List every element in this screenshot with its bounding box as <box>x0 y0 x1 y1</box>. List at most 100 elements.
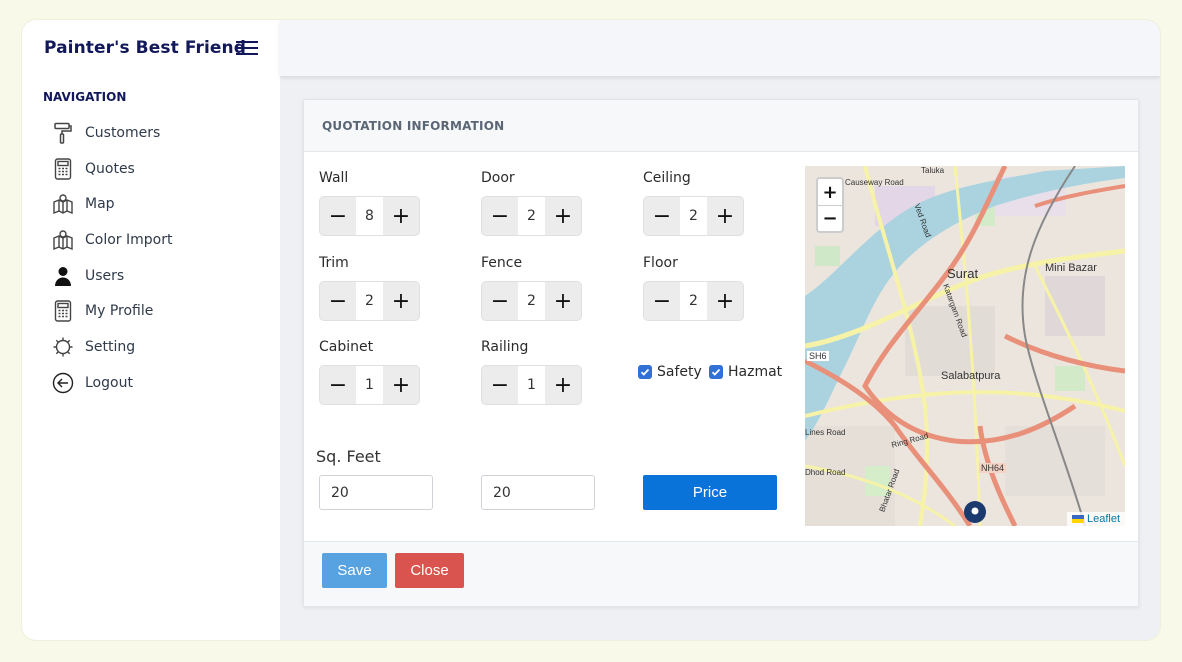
zoom-in-button[interactable]: + <box>818 179 842 205</box>
checkmark-icon[interactable] <box>638 365 652 379</box>
decrement-button[interactable]: − <box>320 366 356 404</box>
brand-header: Painter's Best Friend <box>22 20 280 76</box>
increment-button[interactable]: + <box>383 366 419 404</box>
railing-value[interactable]: 1 <box>518 366 545 404</box>
increment-button[interactable]: + <box>707 197 743 235</box>
nav-heading: NAVIGATION <box>43 90 127 104</box>
calculator-icon <box>52 300 74 322</box>
sqft-label: Sq. Feet <box>316 447 381 466</box>
sidebar-item-label: Customers <box>85 125 161 141</box>
fence-value[interactable]: 2 <box>518 282 545 320</box>
sidebar-item-setting[interactable]: Setting <box>52 333 252 361</box>
logout-icon <box>52 372 74 394</box>
sqft-input-2[interactable] <box>481 475 595 510</box>
increment-button[interactable]: + <box>707 282 743 320</box>
wall-label: Wall <box>319 170 349 186</box>
leaflet-link[interactable]: Leaflet <box>1087 513 1120 525</box>
railing-label: Railing <box>481 339 529 355</box>
trim-value[interactable]: 2 <box>356 282 383 320</box>
map-label-lines-road: Lines Road <box>805 428 846 437</box>
sqft-input-1[interactable] <box>319 475 433 510</box>
floor-stepper: − 2 + <box>643 281 744 321</box>
user-icon <box>52 265 74 287</box>
ceiling-label: Ceiling <box>643 170 691 186</box>
app-window: Painter's Best Friend NAVIGATION Custome… <box>22 20 1160 640</box>
close-button[interactable]: Close <box>395 553 464 588</box>
sidebar-item-label: Logout <box>85 375 133 391</box>
sidebar-item-logout[interactable]: Logout <box>52 369 252 397</box>
map-label-mini-bazar: Mini Bazar <box>1045 262 1097 274</box>
card-footer: Save Close <box>304 541 1138 606</box>
sidebar-item-my-profile[interactable]: My Profile <box>52 297 252 325</box>
trim-stepper: − 2 + <box>319 281 420 321</box>
floor-value[interactable]: 2 <box>680 282 707 320</box>
door-stepper: − 2 + <box>481 196 582 236</box>
fence-label: Fence <box>481 255 523 271</box>
decrement-button[interactable]: − <box>482 366 518 404</box>
safety-checkbox[interactable]: Safety <box>638 364 702 380</box>
door-value[interactable]: 2 <box>518 197 545 235</box>
map-attribution[interactable]: Leaflet <box>1066 512 1125 526</box>
trim-label: Trim <box>319 255 349 271</box>
paint-roller-icon <box>52 122 74 144</box>
app-title: Painter's Best Friend <box>44 38 246 58</box>
sidebar-item-label: Color Import <box>85 232 173 248</box>
increment-button[interactable]: + <box>545 366 581 404</box>
map-label-nh64: NH64 <box>979 463 1007 473</box>
sidebar-item-label: Map <box>85 196 115 212</box>
calculator-icon <box>52 158 74 180</box>
sidebar-item-label: Quotes <box>85 161 135 177</box>
map-icon <box>52 229 74 251</box>
cabinet-label: Cabinet <box>319 339 374 355</box>
wall-stepper: − 8 + <box>319 196 420 236</box>
checkmark-icon[interactable] <box>709 365 723 379</box>
decrement-button[interactable]: − <box>482 197 518 235</box>
decrement-button[interactable]: − <box>320 197 356 235</box>
railing-stepper: − 1 + <box>481 365 582 405</box>
map-label-sh6: SH6 <box>807 351 829 361</box>
card-title: QUOTATION INFORMATION <box>322 118 505 133</box>
sidebar-item-users[interactable]: Users <box>52 262 252 290</box>
increment-button[interactable]: + <box>545 197 581 235</box>
zoom-control: + − <box>816 177 844 233</box>
ceiling-stepper: − 2 + <box>643 196 744 236</box>
sidebar-item-color-import[interactable]: Color Import <box>52 226 252 254</box>
cabinet-value[interactable]: 1 <box>356 366 383 404</box>
floor-label: Floor <box>643 255 678 271</box>
increment-button[interactable]: + <box>383 282 419 320</box>
zoom-out-button[interactable]: − <box>818 205 842 231</box>
increment-button[interactable]: + <box>545 282 581 320</box>
decrement-button[interactable]: − <box>644 197 680 235</box>
hazmat-checkbox[interactable]: Hazmat <box>709 364 782 380</box>
sidebar-item-customers[interactable]: Customers <box>52 119 252 147</box>
map-icon <box>52 193 74 215</box>
map-tiles <box>805 166 1125 526</box>
gear-icon <box>52 336 74 358</box>
decrement-button[interactable]: − <box>644 282 680 320</box>
wall-value[interactable]: 8 <box>356 197 383 235</box>
safety-label: Safety <box>657 364 702 380</box>
ceiling-value[interactable]: 2 <box>680 197 707 235</box>
sidebar-item-label: My Profile <box>85 303 154 319</box>
map-label-causeway-road: Causeway Road <box>845 178 904 187</box>
decrement-button[interactable]: − <box>320 282 356 320</box>
ukraine-flag-icon <box>1071 515 1084 523</box>
hazmat-label: Hazmat <box>728 364 783 380</box>
sidebar-item-quotes[interactable]: Quotes <box>52 155 252 183</box>
map-view[interactable]: Surat Mini Bazar Salabatpura SH6 NH64 Ca… <box>805 166 1125 526</box>
price-button[interactable]: Price <box>643 475 777 510</box>
quotation-card: QUOTATION INFORMATION Wall − 8 + Door − … <box>303 99 1139 607</box>
card-header: QUOTATION INFORMATION <box>304 100 1138 152</box>
increment-button[interactable]: + <box>383 197 419 235</box>
door-label: Door <box>481 170 515 186</box>
save-button[interactable]: Save <box>322 553 387 588</box>
map-label-salabatpura: Salabatpura <box>941 370 1001 382</box>
sidebar-item-label: Setting <box>85 339 136 355</box>
map-label-dhod-road: Dhod Road <box>805 468 846 477</box>
map-label-taluka: Taluka <box>921 166 945 175</box>
fence-stepper: − 2 + <box>481 281 582 321</box>
decrement-button[interactable]: − <box>482 282 518 320</box>
sidebar: Painter's Best Friend NAVIGATION Custome… <box>22 20 280 640</box>
hamburger-menu-icon[interactable] <box>236 41 258 55</box>
sidebar-item-map[interactable]: Map <box>52 190 252 218</box>
